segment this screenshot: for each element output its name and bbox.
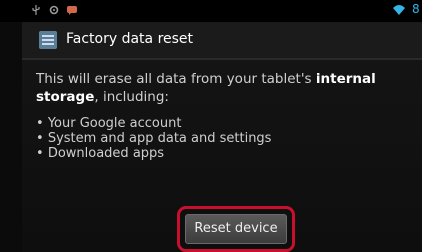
reset-device-button[interactable]: Reset device [185,214,287,244]
message-text-end: , including: [94,89,169,105]
usb-icon [32,5,40,15]
message-icon [67,6,77,15]
list-item: System and app data and settings [36,131,272,146]
list-item: Downloaded apps [36,146,271,161]
erase-items-list: Your Google account System and app data … [36,116,272,161]
content-area: This will erase all data from your table… [22,60,422,252]
warning-message: This will erase all data from your table… [36,70,416,106]
gear-icon [49,5,59,15]
settings-app-icon [39,31,57,49]
status-bar: 8 [0,0,422,22]
title-bar: Factory data reset [22,22,422,60]
message-text: This will erase all data from your table… [36,71,316,87]
list-item: Your Google account [36,116,271,131]
clock-text: 8 [412,2,420,16]
wifi-icon [393,5,405,15]
page-title: Factory data reset [66,31,194,47]
